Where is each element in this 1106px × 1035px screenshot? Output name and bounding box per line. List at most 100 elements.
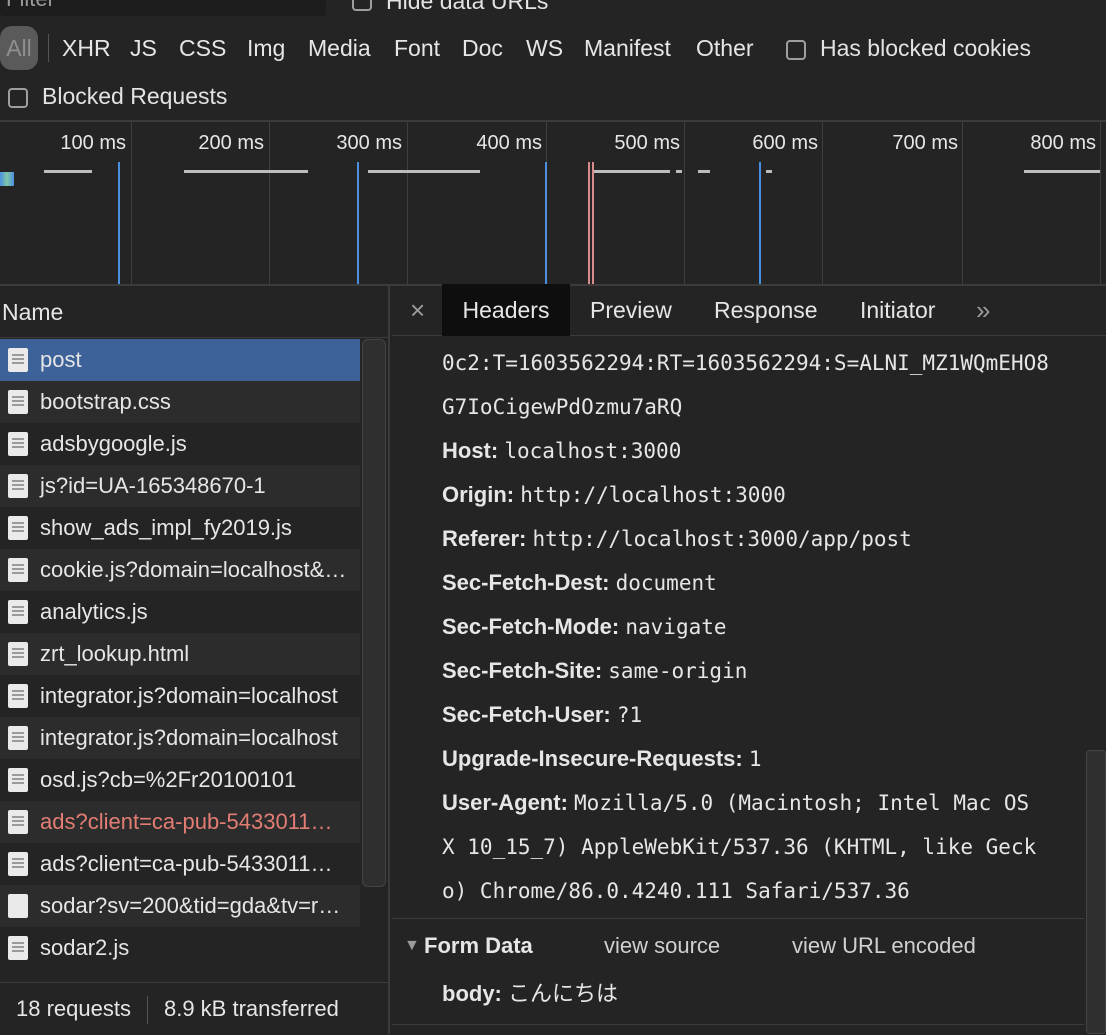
type-filter-doc[interactable]: Doc bbox=[462, 26, 503, 70]
timeline-tick-label: 300 ms bbox=[336, 132, 402, 154]
timeline-domcontentloaded-line bbox=[357, 162, 359, 284]
request-row[interactable]: analytics.js bbox=[0, 591, 360, 633]
type-filter-media[interactable]: Media bbox=[308, 26, 371, 70]
header-value: 0c2:T=1603562294:RT=1603562294:S=ALNI_MZ… bbox=[442, 351, 1049, 375]
hide-data-urls-checkbox[interactable] bbox=[352, 0, 372, 11]
status-separator bbox=[146, 996, 148, 1025]
request-row[interactable]: post bbox=[0, 339, 360, 381]
request-row[interactable]: sodar2.js bbox=[0, 927, 360, 969]
document-icon bbox=[8, 516, 28, 540]
request-name: bootstrap.css bbox=[40, 389, 171, 414]
filter-input[interactable]: Filter bbox=[0, 0, 326, 16]
header-row: Upgrade-Insecure-Requests: 1 bbox=[442, 737, 762, 781]
timeline-domcontentloaded-line bbox=[545, 162, 547, 284]
request-row[interactable]: cookie.js?domain=localhost&… bbox=[0, 549, 360, 591]
header-value: http://localhost:3000 bbox=[520, 483, 786, 507]
request-row[interactable]: bootstrap.css bbox=[0, 381, 360, 423]
header-row: Sec-Fetch-User: ?1 bbox=[442, 693, 642, 737]
request-row[interactable]: zrt_lookup.html bbox=[0, 633, 360, 675]
request-list[interactable]: post bootstrap.css adsbygoogle.js js?id=UA-… bbox=[0, 339, 388, 981]
request-row[interactable]: js?id=UA-165348670-1 bbox=[0, 465, 360, 507]
request-name: integrator.js?domain=localhost bbox=[40, 683, 338, 708]
request-name: sodar2.js bbox=[40, 935, 130, 960]
header-key: Upgrade-Insecure-Requests: bbox=[442, 746, 743, 771]
header-key: Referer: bbox=[442, 526, 527, 551]
document-icon bbox=[8, 684, 28, 708]
type-filter-js[interactable]: JS bbox=[130, 26, 157, 70]
header-key: Sec-Fetch-User: bbox=[442, 702, 611, 727]
timeline-request-bar bbox=[44, 170, 92, 173]
panel-splitter[interactable] bbox=[388, 286, 390, 1034]
timeline-grid-line bbox=[131, 122, 132, 284]
document-icon bbox=[8, 726, 28, 750]
request-name: show_ads_impl_fy2019.js bbox=[40, 515, 292, 540]
request-name: ads?client=ca-pub-5433011… bbox=[40, 809, 333, 834]
header-row: X 10_15_7) AppleWebKit/537.36 (KHTML, li… bbox=[442, 825, 1036, 869]
request-row[interactable]: ads?client=ca-pub-5433011… bbox=[0, 801, 360, 843]
request-row[interactable]: adsbygoogle.js bbox=[0, 423, 360, 465]
tab-preview[interactable]: Preview bbox=[590, 284, 672, 336]
has-blocked-cookies-checkbox[interactable] bbox=[786, 39, 806, 60]
form-data-divider bbox=[392, 918, 1084, 919]
timeline-grid-line bbox=[822, 122, 823, 284]
type-filter-css[interactable]: CSS bbox=[179, 26, 226, 70]
view-source-link[interactable]: view source bbox=[604, 922, 720, 970]
timeline-request-bar bbox=[1024, 170, 1100, 173]
timeline-grid-line bbox=[962, 122, 963, 284]
header-key: Host: bbox=[442, 438, 499, 463]
header-value: same-origin bbox=[608, 659, 748, 683]
request-row[interactable]: ads?client=ca-pub-5433011… bbox=[0, 843, 360, 885]
close-details-button[interactable]: × bbox=[410, 284, 425, 336]
type-filter-all[interactable]: All bbox=[0, 26, 38, 70]
details-scroll-thumb[interactable] bbox=[1086, 750, 1106, 1034]
tab-response[interactable]: Response bbox=[714, 284, 818, 336]
timeline-grid-line bbox=[684, 122, 685, 284]
hide-data-urls-toggle[interactable]: Hide data URLs bbox=[352, 0, 548, 15]
timeline-request-bar bbox=[698, 170, 710, 173]
form-data-section-header[interactable]: ▼ Form Data view source view URL encoded bbox=[392, 922, 1084, 970]
has-blocked-cookies-toggle[interactable]: Has blocked cookies bbox=[786, 26, 1031, 70]
header-value: Mozilla/5.0 (Macintosh; Intel Mac OS bbox=[574, 791, 1030, 815]
request-row[interactable]: integrator.js?domain=localhost bbox=[0, 675, 360, 717]
blocked-requests-toggle[interactable]: Blocked Requests bbox=[8, 76, 227, 116]
timeline-request-bar bbox=[594, 170, 670, 173]
tab-initiator[interactable]: Initiator bbox=[860, 284, 935, 336]
request-name: adsbygoogle.js bbox=[40, 431, 187, 456]
request-name: integrator.js?domain=localhost bbox=[40, 725, 338, 750]
tab-headers[interactable]: Headers bbox=[442, 284, 570, 336]
document-icon bbox=[8, 474, 28, 498]
request-row[interactable]: show_ads_impl_fy2019.js bbox=[0, 507, 360, 549]
document-icon bbox=[8, 558, 28, 582]
header-key: Sec-Fetch-Site: bbox=[442, 658, 603, 683]
blocked-requests-checkbox[interactable] bbox=[8, 87, 28, 108]
timeline-load-line bbox=[592, 162, 594, 284]
type-filter-manifest[interactable]: Manifest bbox=[584, 26, 671, 70]
header-row: User-Agent: Mozilla/5.0 (Macintosh; Inte… bbox=[442, 781, 1029, 825]
transferred-size: 8.9 kB transferred bbox=[163, 996, 339, 1021]
view-url-encoded-link[interactable]: view URL encoded bbox=[792, 922, 976, 970]
type-filter-font[interactable]: Font bbox=[394, 26, 440, 70]
timeline-tick-label: 600 ms bbox=[752, 132, 818, 154]
type-filter-xhr[interactable]: XHR bbox=[62, 26, 111, 70]
collapse-caret-icon[interactable]: ▼ bbox=[404, 922, 420, 970]
request-list-scrollbar[interactable] bbox=[362, 339, 386, 887]
details-tab-bar: × Headers Preview Response Initiator » bbox=[392, 284, 1106, 336]
header-row: Origin: http://localhost:3000 bbox=[442, 473, 786, 517]
request-name: ads?client=ca-pub-5433011… bbox=[40, 851, 333, 876]
request-name: zrt_lookup.html bbox=[40, 641, 190, 666]
request-row[interactable]: integrator.js?domain=localhost bbox=[0, 717, 360, 759]
request-row[interactable]: osd.js?cb=%2Fr20100101 bbox=[0, 759, 360, 801]
header-row: Referer: http://localhost:3000/app/post bbox=[442, 517, 912, 561]
name-column-header[interactable]: Name bbox=[0, 286, 388, 338]
header-key: Origin: bbox=[442, 482, 515, 507]
network-overview-timeline[interactable]: 100 ms 200 ms 300 ms 400 ms 500 ms 600 m… bbox=[0, 122, 1106, 284]
header-key: Sec-Fetch-Dest: bbox=[442, 570, 610, 595]
request-row[interactable]: sodar?sv=200&tid=gda&tv=r… bbox=[0, 885, 360, 927]
timeline-tick-label: 200 ms bbox=[198, 132, 264, 154]
header-row: Sec-Fetch-Site: same-origin bbox=[442, 649, 747, 693]
more-tabs-icon[interactable]: » bbox=[976, 284, 990, 336]
type-filter-img[interactable]: Img bbox=[247, 26, 285, 70]
type-filter-other[interactable]: Other bbox=[696, 26, 754, 70]
type-filter-ws[interactable]: WS bbox=[526, 26, 563, 70]
timeline-tick-label: 500 ms bbox=[614, 132, 680, 154]
